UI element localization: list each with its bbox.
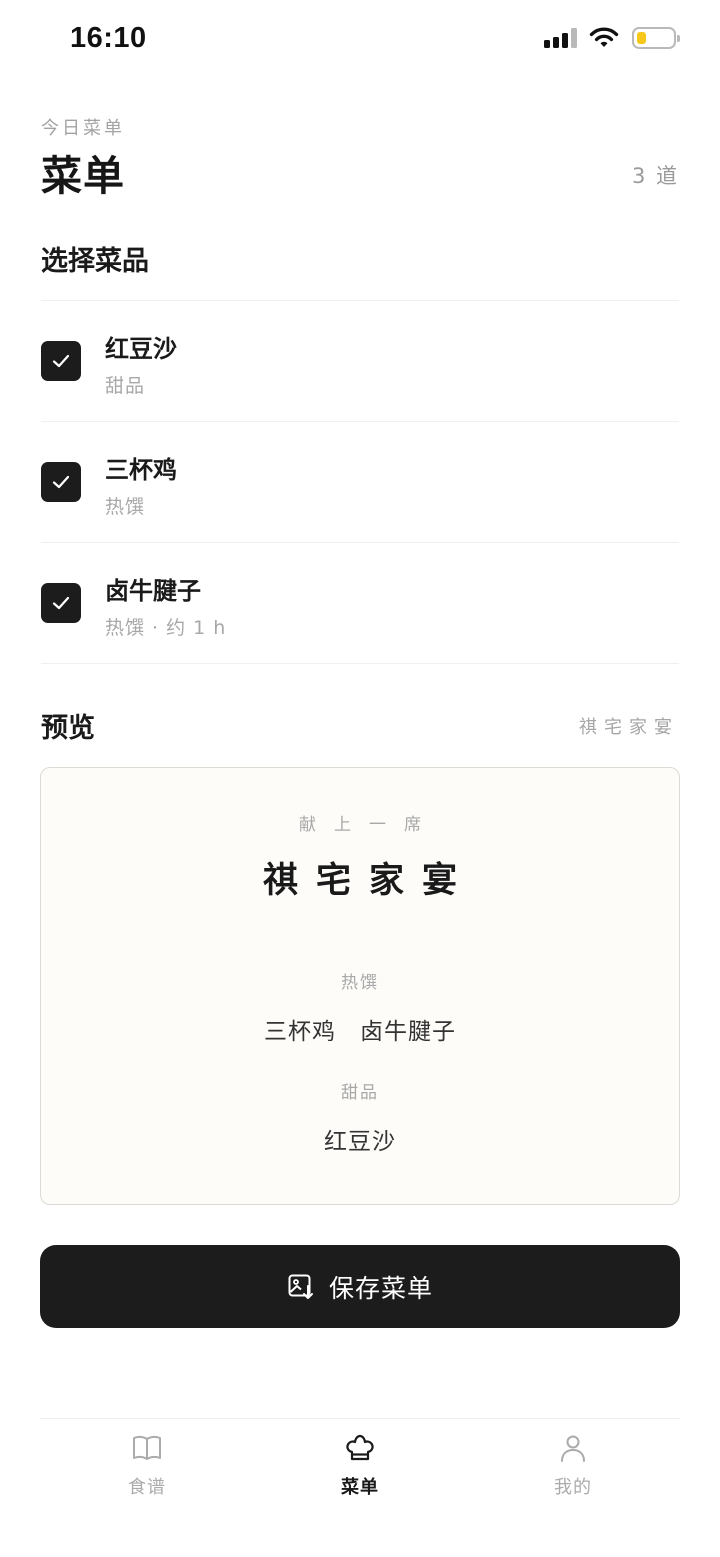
person-icon <box>561 1435 585 1462</box>
preview-menu-title: 祺宅家宴 <box>262 861 475 901</box>
dish-checkbox[interactable] <box>41 341 81 381</box>
book-icon <box>133 1435 161 1460</box>
status-icons <box>544 26 680 50</box>
page-subtitle: 今日菜单 <box>41 118 125 139</box>
preview-items: 红豆沙 <box>41 1122 679 1156</box>
status-bar: 16:10 <box>0 0 720 82</box>
tab-label: 我的 <box>554 1477 592 1498</box>
dish-name: 红豆沙 <box>105 335 177 363</box>
save-menu-button[interactable]: 保存菜单 <box>40 1245 680 1328</box>
dish-meta: 热馔 · 约 1 h <box>105 617 227 639</box>
dish-checkbox[interactable] <box>41 462 81 502</box>
preview-style-name[interactable]: 祺宅家宴 <box>579 713 679 739</box>
tab-label: 菜单 <box>341 1477 379 1498</box>
list-item[interactable]: 三杯鸡 热馔 <box>41 422 679 543</box>
dish-name: 三杯鸡 <box>105 456 177 484</box>
list-item[interactable]: 红豆沙 甜品 <box>41 301 679 422</box>
dish-count: 3 道 <box>631 164 679 188</box>
check-icon <box>52 475 70 489</box>
dish-checkbox[interactable] <box>41 583 81 623</box>
dish-meta: 甜品 <box>105 375 146 397</box>
preview-title: 预览 <box>41 713 95 744</box>
preview-item: 卤牛腱子 <box>360 1019 456 1045</box>
list-item[interactable]: 卤牛腱子 热馔 · 约 1 h <box>41 543 679 664</box>
tab-menu[interactable]: 菜单 <box>300 1431 420 1521</box>
preview-item: 红豆沙 <box>324 1129 396 1155</box>
tab-profile[interactable]: 我的 <box>513 1431 633 1521</box>
preview-items: 三杯鸡 卤牛腱子 <box>41 1012 679 1046</box>
preview-kicker: 献上一席 <box>299 815 439 835</box>
preview-category: 热馔 <box>341 973 379 993</box>
cellular-signal-icon <box>544 26 578 50</box>
menu-preview-card: 献上一席 祺宅家宴 热馔 三杯鸡 卤牛腱子 甜品 红豆沙 <box>40 767 680 1205</box>
dish-name: 卤牛腱子 <box>105 577 201 605</box>
page-title: 菜单 <box>41 152 125 200</box>
chef-hat-icon <box>346 1434 374 1461</box>
select-dishes-title: 选择菜品 <box>41 246 149 277</box>
preview-category: 甜品 <box>341 1083 379 1103</box>
tab-bar: 食谱 菜单 我的 <box>40 1418 680 1557</box>
save-button-label: 保存菜单 <box>328 1273 433 1303</box>
check-icon <box>52 354 70 368</box>
dish-meta: 热馔 <box>105 496 146 518</box>
dish-list: 红豆沙 甜品 三杯鸡 热馔 卤牛腱子 热馔 · 约 1 h <box>41 300 679 664</box>
tab-label: 食谱 <box>128 1477 166 1498</box>
preview-item: 三杯鸡 <box>264 1019 336 1045</box>
battery-icon <box>632 27 680 49</box>
check-icon <box>52 596 70 610</box>
status-time: 16:10 <box>70 22 147 54</box>
tab-recipes[interactable]: 食谱 <box>87 1431 207 1521</box>
wifi-icon <box>589 27 619 47</box>
image-download-icon <box>288 1274 313 1299</box>
